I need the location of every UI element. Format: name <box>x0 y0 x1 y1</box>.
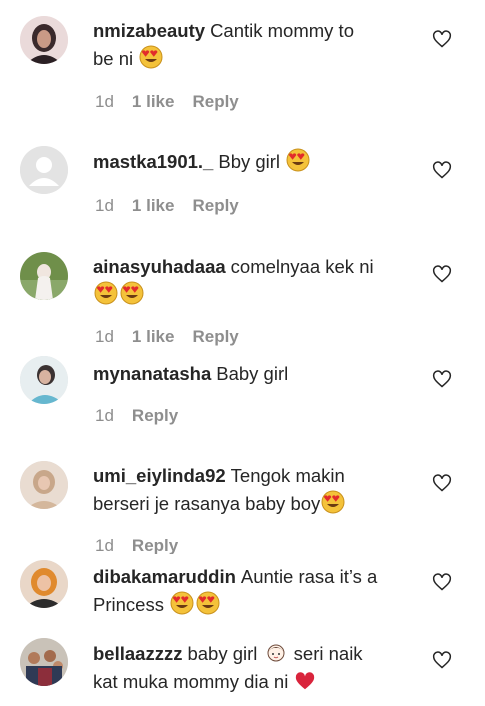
like-heart-icon[interactable] <box>432 264 452 284</box>
reply-button[interactable]: Reply <box>132 406 178 426</box>
like-count[interactable]: 1 like <box>132 92 175 112</box>
username[interactable]: umi_eiylinda92 <box>93 465 226 486</box>
comment-body-line2: berseri je rasanya baby boy <box>93 493 321 514</box>
username[interactable]: dibakamaruddin <box>93 566 236 587</box>
heart-eyes-emoji-icon <box>286 148 310 172</box>
like-heart-icon[interactable] <box>432 650 452 670</box>
comment-body: Cantik mommy to <box>210 20 354 41</box>
heart-eyes-emoji-icon <box>139 45 163 69</box>
comment-body: Baby girl <box>216 363 289 384</box>
comment-text: ainasyuhadaaa comelnyaa kek ni <box>93 253 413 309</box>
comment-body-line2: Princess <box>93 594 164 615</box>
reply-button[interactable]: Reply <box>192 327 238 347</box>
baby-girl-emoji-icon <box>267 644 285 662</box>
comment-text: mynanatasha Baby girl <box>93 360 413 388</box>
comment-meta: 1d 1 like Reply <box>95 92 239 112</box>
username[interactable]: nmizabeauty <box>93 20 205 41</box>
username[interactable]: mastka1901._ <box>93 151 213 172</box>
timestamp[interactable]: 1d <box>95 327 114 347</box>
comment-meta: 1d Reply <box>95 536 178 554</box>
heart-eyes-emoji-icon <box>170 591 194 615</box>
heart-eyes-emoji-icon <box>196 591 220 615</box>
comment-body-cont: seri naik <box>293 643 363 664</box>
like-heart-icon[interactable] <box>432 473 452 493</box>
comment-text: umi_eiylinda92 Tengok makin berseri je ra… <box>93 462 413 518</box>
comment-meta: 1d Reply <box>95 406 178 426</box>
comment-body-line2: kat muka mommy dia ni <box>93 671 289 692</box>
red-heart-emoji-icon <box>296 672 315 690</box>
comment-body: Auntie rasa it’s a <box>240 566 378 587</box>
avatar[interactable] <box>20 252 68 300</box>
comment-body: baby girl <box>187 643 258 664</box>
timestamp[interactable]: 1d <box>95 406 114 426</box>
username[interactable]: mynanatasha <box>93 363 211 384</box>
timestamp[interactable]: 1d <box>95 196 114 216</box>
avatar[interactable] <box>20 638 68 686</box>
avatar[interactable] <box>20 560 68 608</box>
heart-eyes-emoji-icon <box>120 281 144 305</box>
username[interactable]: ainasyuhadaaa <box>93 256 226 277</box>
avatar[interactable] <box>20 356 68 404</box>
timestamp[interactable]: 1d <box>95 536 114 554</box>
username[interactable]: bellaazzzz <box>93 643 182 664</box>
avatar[interactable] <box>20 146 68 194</box>
like-heart-icon[interactable] <box>432 369 452 389</box>
comment-text: mastka1901._ Bby girl <box>93 148 413 176</box>
heart-eyes-emoji-icon <box>94 281 118 305</box>
comment-body-line2: be ni <box>93 48 134 69</box>
comment-text: bellaazzzz baby girl seri naik kat muka m… <box>93 640 413 696</box>
comment-meta: 1d 1 like Reply <box>95 196 239 216</box>
avatar[interactable] <box>20 461 68 509</box>
comment-text: nmizabeauty Cantik mommy to be ni <box>93 17 413 73</box>
reply-button[interactable]: Reply <box>192 196 238 216</box>
avatar[interactable] <box>20 16 68 64</box>
like-count[interactable]: 1 like <box>132 327 175 347</box>
comment-body: Bby girl <box>218 151 281 172</box>
reply-button[interactable]: Reply <box>192 92 238 112</box>
timestamp[interactable]: 1d <box>95 92 114 112</box>
comment-body: comelnyaa kek ni <box>230 256 374 277</box>
comment-meta: 1d 1 like Reply <box>95 327 239 347</box>
like-heart-icon[interactable] <box>432 29 452 49</box>
like-heart-icon[interactable] <box>432 160 452 180</box>
comment-body: Tengok makin <box>230 465 345 486</box>
like-count[interactable]: 1 like <box>132 196 175 216</box>
like-heart-icon[interactable] <box>432 572 452 592</box>
comment-text: dibakamaruddin Auntie rasa it’s a Princes… <box>93 563 413 619</box>
reply-button[interactable]: Reply <box>132 536 178 554</box>
heart-eyes-emoji-icon <box>321 490 345 514</box>
